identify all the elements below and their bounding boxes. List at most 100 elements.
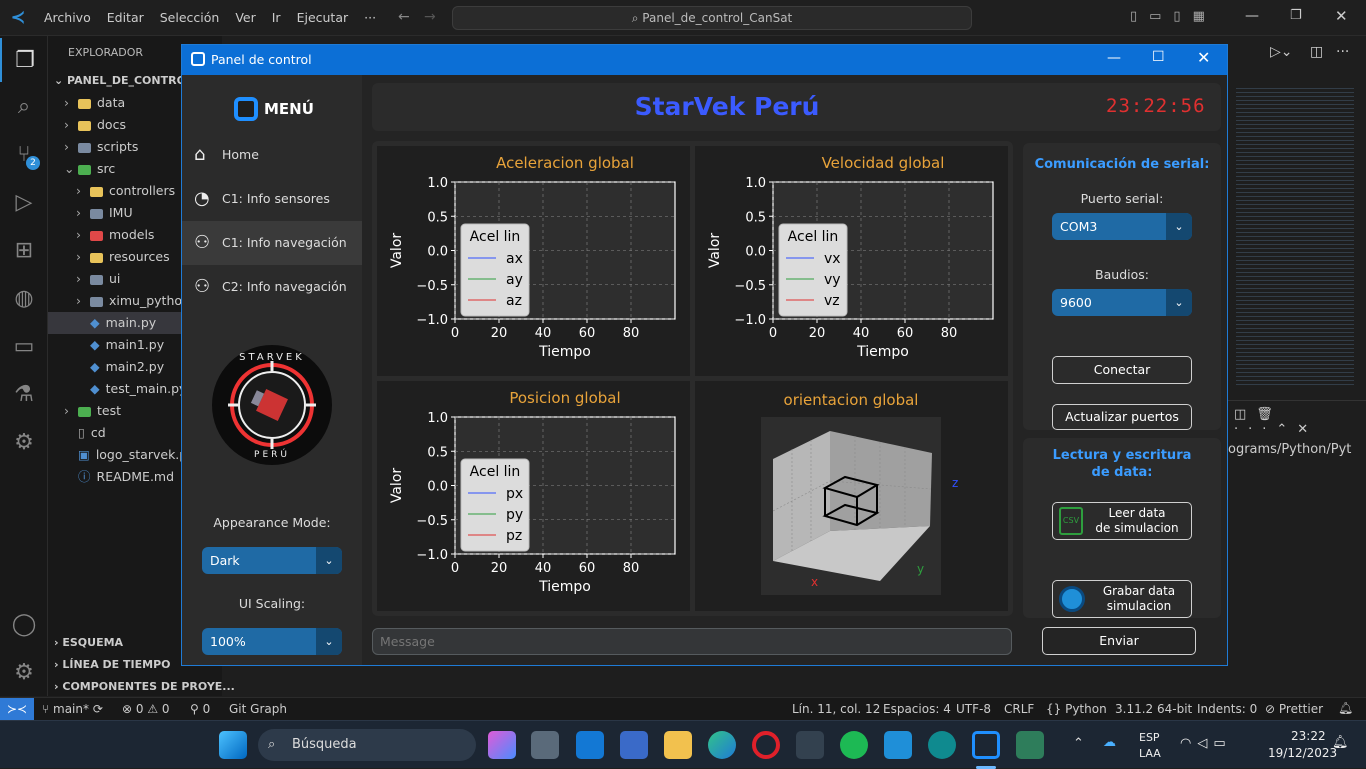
remote-indicator-icon[interactable]: ≻≺: [0, 698, 34, 720]
read-data-button[interactable]: CSV Leer data de simulacion: [1052, 502, 1192, 540]
minimap[interactable]: [1236, 88, 1354, 388]
menu-seleccion[interactable]: Selección: [152, 10, 228, 25]
run-icon[interactable]: ▷⌄: [1270, 44, 1293, 60]
encoding[interactable]: UTF-8: [956, 702, 991, 716]
indent-spaces[interactable]: Espacios: 4: [883, 702, 951, 716]
split-editor-icon[interactable]: ◫: [1310, 44, 1323, 60]
restore-icon[interactable]: ❐: [1290, 8, 1302, 23]
line-endings[interactable]: CRLF: [1004, 702, 1034, 716]
remote-explorer-icon[interactable]: ▭: [0, 324, 48, 368]
forward-arrow-icon[interactable]: →: [424, 9, 436, 25]
minimize-icon[interactable]: —: [1107, 50, 1121, 66]
store-icon[interactable]: [620, 731, 648, 759]
language-mode[interactable]: {} Python: [1046, 702, 1107, 716]
menu-ver[interactable]: Ver: [227, 10, 263, 25]
extensions-icon[interactable]: ⊞: [0, 228, 48, 272]
section-timeline[interactable]: › LÍNEA DE TIEMPO: [54, 654, 170, 676]
menu-more[interactable]: ···: [356, 10, 384, 25]
scaling-select[interactable]: 100% ⌄: [202, 628, 342, 655]
bell-icon[interactable]: 🔔︎: [1338, 701, 1353, 715]
cursor-position[interactable]: Lín. 11, col. 12: [792, 702, 880, 716]
indents[interactable]: Indents: 0: [1197, 702, 1257, 716]
taskbar-date[interactable]: 19/12/2023: [1268, 746, 1337, 760]
nav-c1-sensores[interactable]: ◔ C1: Info sensores: [182, 177, 362, 221]
settings-gear-icon[interactable]: ⚙: [0, 650, 48, 694]
plots-panel: Aceleracion global 0 20 40 60 80 1.0 0.5 0.0 −0.5…: [372, 141, 1013, 616]
remote-icon[interactable]: ◍: [0, 276, 48, 320]
taskbar-time[interactable]: 23:22: [1291, 729, 1326, 743]
legend-title: Acel lin: [788, 229, 839, 245]
rw-panel: Lectura y escritura de data: CSV Leer da…: [1023, 438, 1221, 618]
close-icon[interactable]: ✕: [1197, 48, 1210, 67]
app-icon[interactable]: [1016, 731, 1044, 759]
nav-c1-navegacion[interactable]: ⚇ C1: Info navegación: [182, 221, 362, 265]
language-indicator[interactable]: ESP: [1139, 731, 1160, 744]
more-actions-icon[interactable]: ···: [1336, 44, 1349, 60]
maximize-icon[interactable]: ☐: [1152, 49, 1165, 65]
search-icon[interactable]: ⌕: [0, 84, 48, 128]
onedrive-icon[interactable]: ☁: [1103, 735, 1116, 750]
nav-home[interactable]: ⌂ Home: [182, 133, 362, 177]
rw-title-2: de data:: [1091, 465, 1153, 480]
copilot-icon[interactable]: [488, 731, 516, 759]
terminal-icon[interactable]: [796, 731, 824, 759]
notification-bell-icon[interactable]: 🔔︎: [1332, 735, 1349, 750]
folder-icon: [78, 164, 91, 175]
layout-indicator[interactable]: LAA: [1139, 747, 1161, 760]
prettier[interactable]: ⊘ Prettier: [1265, 702, 1323, 716]
message-input[interactable]: [372, 628, 1012, 655]
panel-app-icon[interactable]: [972, 731, 1000, 759]
back-arrow-icon[interactable]: ←: [398, 9, 410, 25]
menu-ir[interactable]: Ir: [264, 10, 289, 25]
spotify-icon[interactable]: [840, 731, 868, 759]
connect-button[interactable]: Conectar: [1052, 356, 1192, 384]
record-data-button[interactable]: Grabar data simulacion: [1052, 580, 1192, 618]
problems-count[interactable]: ⊗ 0 ⚠ 0: [122, 702, 170, 716]
terminal-actions-icons[interactable]: ◫🗑···⌃✕: [1234, 407, 1366, 437]
opera-icon[interactable]: [752, 731, 780, 759]
port-select[interactable]: COM3 ⌄: [1052, 213, 1192, 240]
account-icon[interactable]: ◯: [0, 602, 48, 646]
section-components[interactable]: › COMPONENTES DE PROYE...: [54, 676, 235, 698]
chevron-right-icon: ›: [64, 95, 69, 110]
chevron-down-icon: ⌄: [1166, 289, 1192, 316]
file-explorer-icon[interactable]: [664, 731, 692, 759]
run-debug-icon[interactable]: ▷: [0, 180, 48, 224]
wifi-volume-battery-icons[interactable]: ◠◁▭: [1180, 736, 1232, 751]
appearance-select[interactable]: Dark ⌄: [202, 547, 342, 574]
minimize-icon[interactable]: —: [1245, 8, 1259, 24]
baud-select[interactable]: 9600 ⌄: [1052, 289, 1192, 316]
menu-archivo[interactable]: Archivo: [36, 10, 99, 25]
explorer-icon[interactable]: ❐: [0, 38, 48, 82]
menu-ejecutar[interactable]: Ejecutar: [289, 10, 357, 25]
chevron-up-icon[interactable]: ⌃: [1073, 736, 1084, 751]
explorer-title: EXPLORADOR: [68, 46, 144, 59]
python-version[interactable]: 3.11.2 64-bit: [1115, 702, 1192, 716]
task-view-icon[interactable]: [531, 731, 559, 759]
section-esquema[interactable]: › ESQUEMA: [54, 632, 123, 654]
send-button[interactable]: Enviar: [1042, 627, 1196, 655]
ports-count[interactable]: ⚲ 0: [190, 702, 210, 716]
nav-c2-navegacion[interactable]: ⚇ C2: Info navegación: [182, 265, 362, 309]
docker-icon[interactable]: ⚙: [0, 420, 48, 464]
edge-icon[interactable]: [708, 731, 736, 759]
source-control-icon[interactable]: ⑂ 2: [0, 132, 48, 176]
start-icon[interactable]: [219, 731, 247, 759]
git-branch[interactable]: ⑂ main* ⟳: [42, 702, 103, 716]
taskbar-search[interactable]: ⌕ Búsqueda: [258, 729, 476, 761]
tree-item-label: models: [109, 227, 155, 242]
menu-editar[interactable]: Editar: [99, 10, 152, 25]
command-center-search[interactable]: ⌕ Panel_de_control_CanSat: [452, 6, 972, 30]
app-titlebar: Panel de control — ☐ ✕: [182, 45, 1227, 75]
arduino-icon[interactable]: [928, 731, 956, 759]
outlook-icon[interactable]: [576, 731, 604, 759]
close-icon[interactable]: ✕: [1335, 7, 1348, 25]
x-tick-label: 20: [491, 561, 508, 576]
testing-icon[interactable]: ⚗: [0, 372, 48, 416]
legend: Acel lin vx vy vz: [778, 223, 848, 317]
vscode-icon[interactable]: [884, 731, 912, 759]
layout-toggle-icons[interactable]: ▯▭▯▦: [1130, 9, 1217, 24]
editor-background: ▷⌄ ◫ ··· ◫🗑···⌃✕ ograms/Python/Pyt: [1228, 36, 1366, 696]
git-graph[interactable]: Git Graph: [229, 702, 287, 716]
refresh-ports-button[interactable]: Actualizar puertos: [1052, 404, 1192, 430]
